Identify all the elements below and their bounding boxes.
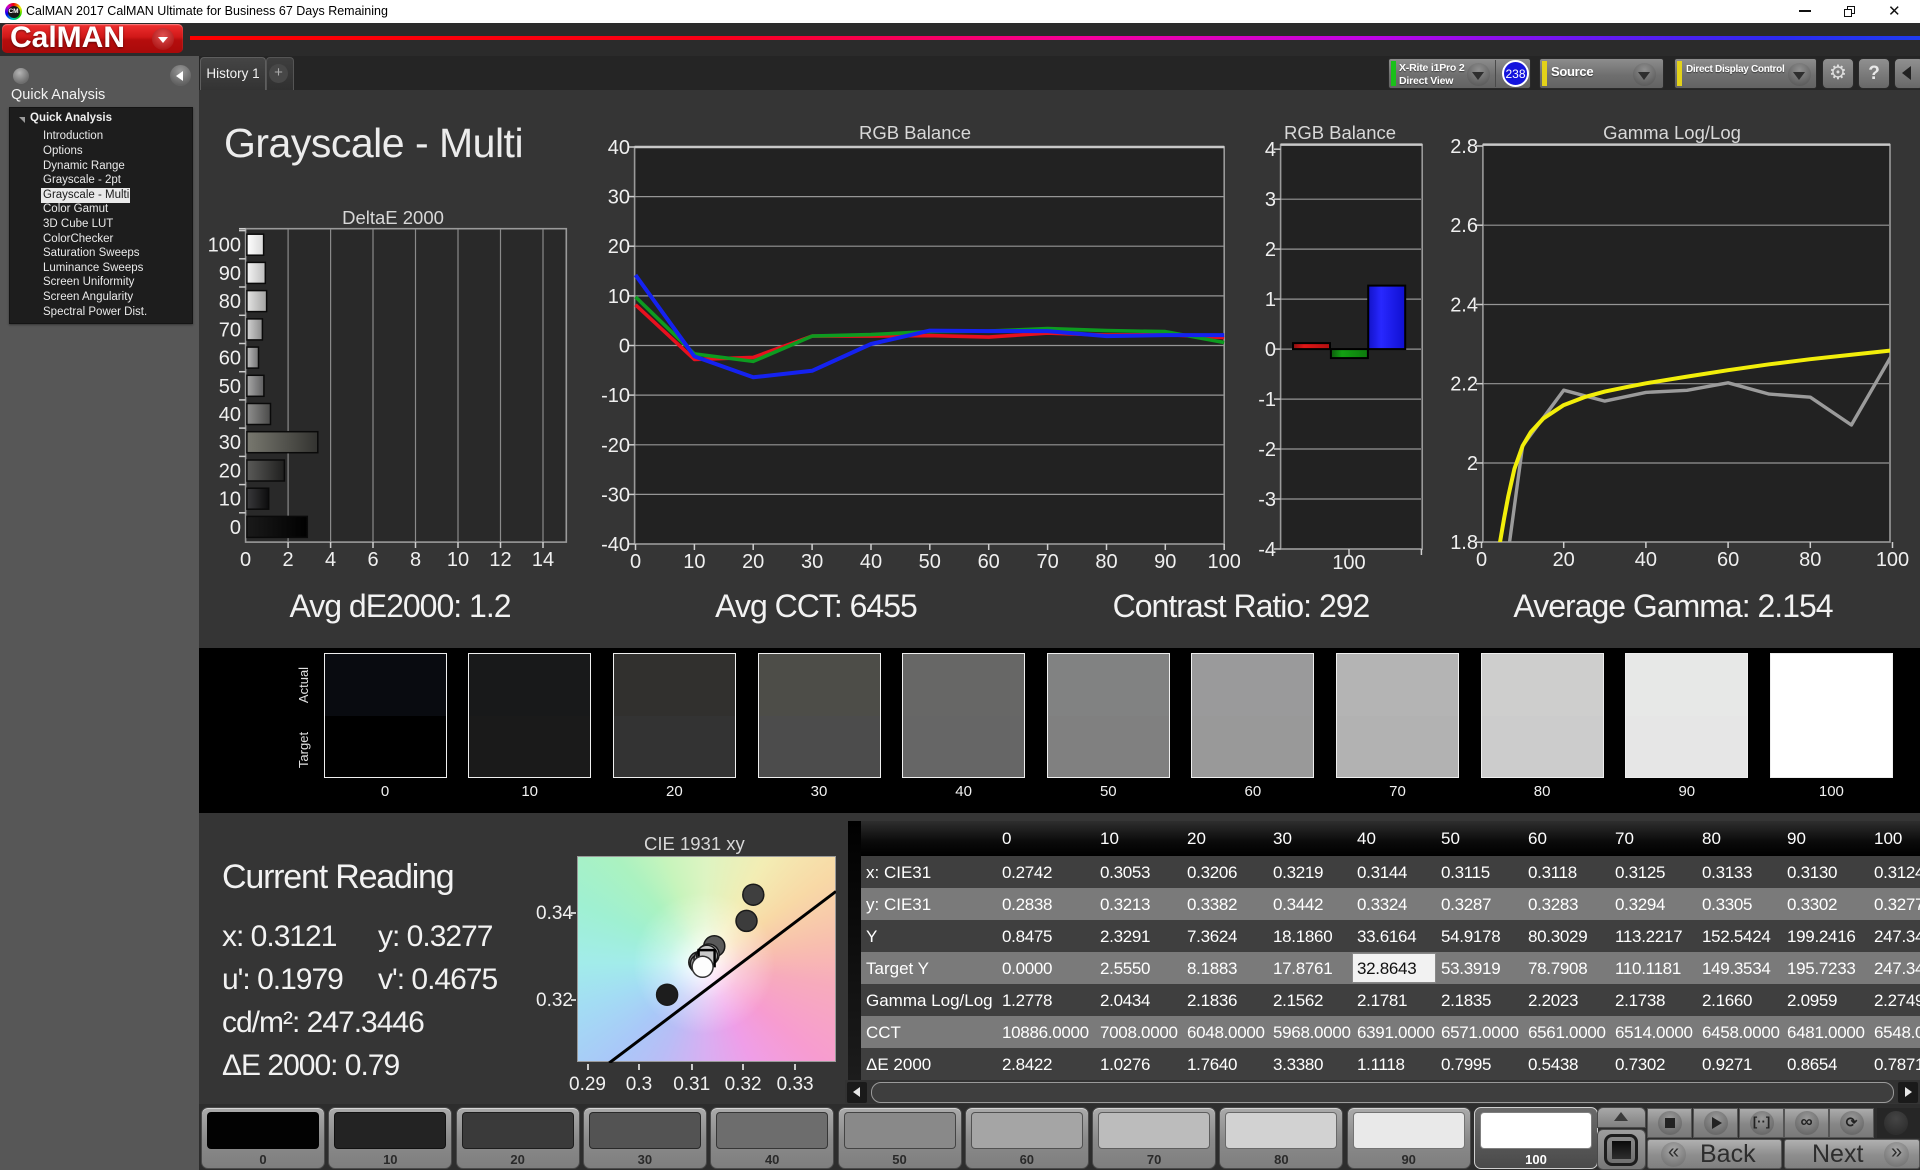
svg-text:Gamma Log/Log: Gamma Log/Log xyxy=(1603,122,1741,143)
svg-text:100: 100 xyxy=(1876,549,1909,571)
svg-text:4: 4 xyxy=(1265,139,1276,161)
svg-text:80: 80 xyxy=(219,291,241,313)
svg-text:0: 0 xyxy=(230,517,241,539)
svg-text:2: 2 xyxy=(1265,239,1276,261)
svg-text:60: 60 xyxy=(1717,549,1739,571)
svg-text:40: 40 xyxy=(1635,549,1657,571)
svg-text:-40: -40 xyxy=(601,534,630,556)
svg-text:0: 0 xyxy=(1265,339,1276,361)
svg-text:100: 100 xyxy=(1332,552,1365,574)
svg-text:60: 60 xyxy=(978,551,1000,573)
svg-text:-2: -2 xyxy=(1258,439,1276,461)
svg-text:3: 3 xyxy=(1265,189,1276,211)
svg-text:30: 30 xyxy=(608,187,630,209)
svg-text:100: 100 xyxy=(208,235,241,257)
svg-text:Actual: Actual xyxy=(296,667,311,703)
svg-text:0: 0 xyxy=(619,336,630,358)
svg-text:-4: -4 xyxy=(1258,539,1276,561)
svg-text:2: 2 xyxy=(283,549,294,571)
svg-text:90: 90 xyxy=(219,263,241,285)
svg-text:0: 0 xyxy=(1476,549,1487,571)
svg-text:Target: Target xyxy=(296,732,311,769)
svg-text:-20: -20 xyxy=(601,435,630,457)
svg-text:50: 50 xyxy=(219,376,241,398)
svg-text:10: 10 xyxy=(683,551,705,573)
svg-text:10: 10 xyxy=(447,549,469,571)
svg-text:50: 50 xyxy=(919,551,941,573)
svg-text:20: 20 xyxy=(219,461,241,483)
svg-text:2.4: 2.4 xyxy=(1450,295,1478,317)
svg-text:RGB Balance: RGB Balance xyxy=(859,122,971,143)
svg-text:70: 70 xyxy=(1036,551,1058,573)
svg-text:10: 10 xyxy=(219,489,241,511)
svg-text:1: 1 xyxy=(1265,289,1276,311)
svg-text:6: 6 xyxy=(367,549,378,571)
svg-text:90: 90 xyxy=(1154,551,1176,573)
svg-text:0: 0 xyxy=(630,551,641,573)
svg-text:-10: -10 xyxy=(601,385,630,407)
svg-text:8: 8 xyxy=(410,549,421,571)
svg-text:0: 0 xyxy=(240,549,251,571)
svg-text:40: 40 xyxy=(860,551,882,573)
svg-text:DeltaE 2000: DeltaE 2000 xyxy=(342,207,444,228)
svg-text:30: 30 xyxy=(801,551,823,573)
svg-text:80: 80 xyxy=(1799,549,1821,571)
svg-text:20: 20 xyxy=(1553,549,1575,571)
svg-text:1.8: 1.8 xyxy=(1450,532,1478,554)
svg-text:30: 30 xyxy=(219,432,241,454)
svg-text:14: 14 xyxy=(532,549,554,571)
svg-text:80: 80 xyxy=(1095,551,1117,573)
svg-text:100: 100 xyxy=(1208,551,1240,573)
svg-text:10: 10 xyxy=(608,286,630,308)
svg-text:-1: -1 xyxy=(1258,389,1276,411)
svg-text:12: 12 xyxy=(489,549,511,571)
svg-text:2: 2 xyxy=(1467,453,1478,475)
svg-text:20: 20 xyxy=(742,551,764,573)
svg-text:20: 20 xyxy=(608,236,630,258)
svg-text:60: 60 xyxy=(219,348,241,370)
svg-text:2.8: 2.8 xyxy=(1450,136,1478,158)
svg-text:2.2: 2.2 xyxy=(1450,374,1478,396)
svg-text:4: 4 xyxy=(325,549,336,571)
svg-text:-3: -3 xyxy=(1258,489,1276,511)
svg-text:RGB Balance: RGB Balance xyxy=(1284,122,1396,143)
svg-text:70: 70 xyxy=(219,319,241,341)
svg-text:2.6: 2.6 xyxy=(1450,215,1478,237)
svg-text:40: 40 xyxy=(608,137,630,159)
svg-text:40: 40 xyxy=(219,404,241,426)
svg-text:-30: -30 xyxy=(601,484,630,506)
